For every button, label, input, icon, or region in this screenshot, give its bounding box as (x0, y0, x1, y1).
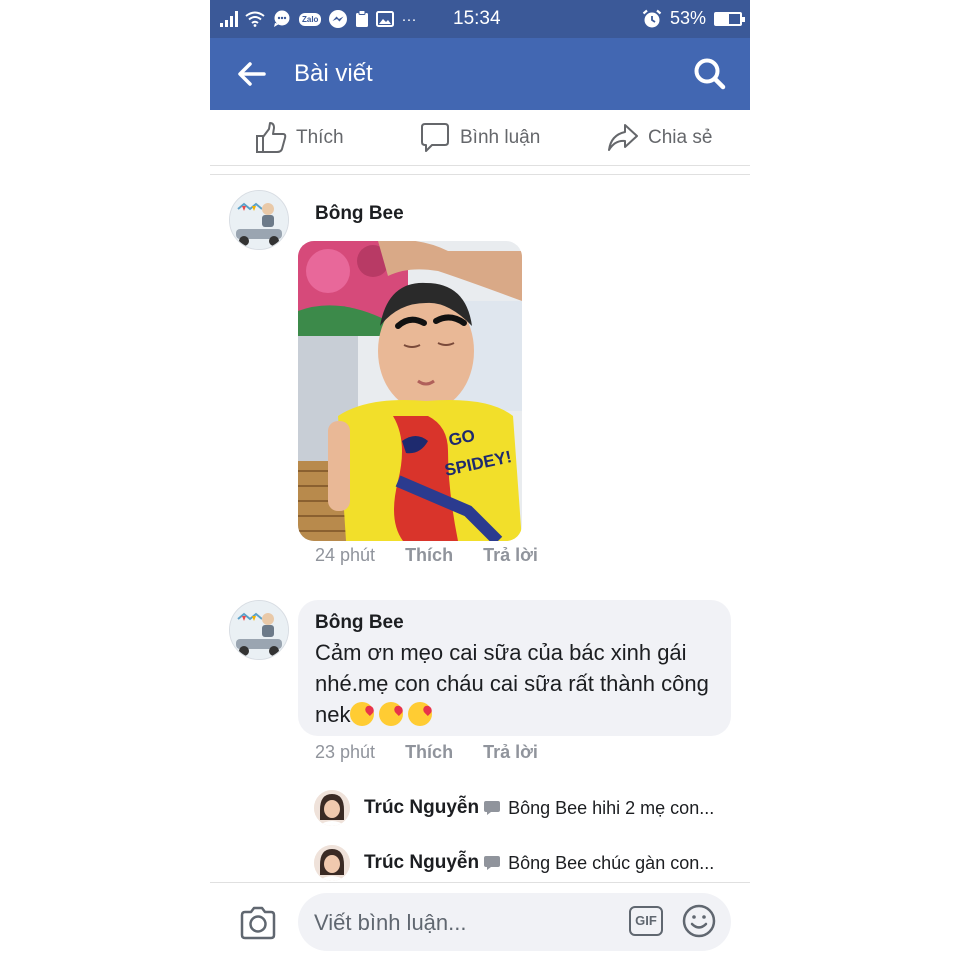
zalo-icon: Zalo (299, 12, 322, 26)
gif-button[interactable]: GIF (629, 906, 663, 936)
reply-arrow-icon (484, 856, 501, 870)
thumbs-up-icon (256, 122, 287, 153)
gallery-icon (376, 11, 395, 27)
comment-input-placeholder: Viết bình luận... (314, 910, 467, 935)
child-sleeping-photo: GO SPIDEY! (298, 241, 522, 541)
like-label: Thích (296, 127, 344, 148)
status-icons-left: Zalo ··· (220, 9, 416, 29)
comment-label: Bình luận (460, 127, 541, 148)
reply-preview: Bông Bee chúc gàn con... (508, 852, 715, 873)
comment-photo[interactable]: GO SPIDEY! (298, 241, 522, 541)
page-title: Bài viết (294, 60, 373, 87)
alarm-icon (642, 9, 662, 27)
more-notifications-icon: ··· (401, 10, 417, 28)
reply-item[interactable]: Trúc Nguyễn Bông Bee chúc gàn con... (314, 852, 714, 874)
share-label: Chia sẻ (648, 127, 713, 148)
signal-icon (220, 11, 238, 27)
comment-meta: 23 phút Thích Trả lời (315, 742, 538, 763)
comment-button[interactable]: Bình luận (418, 116, 540, 160)
phone-screen: Zalo ··· 15:34 53% Bài viết Thích Bình l… (210, 0, 750, 960)
comment-text: Cảm ơn mẹo cai sữa của bác xinh gái nhé.… (315, 637, 725, 730)
search-icon[interactable] (690, 54, 730, 94)
app-header: Bài viết (210, 38, 750, 110)
battery-icon (714, 11, 745, 26)
kiss-emoji-icon (379, 702, 404, 726)
emoji-icon[interactable] (682, 904, 716, 938)
avatar[interactable] (229, 190, 289, 250)
comment-time: 23 phút (315, 742, 376, 762)
battery-percent: 53% (669, 8, 706, 28)
comment-like-link[interactable]: Thích (405, 742, 453, 763)
arrow-left-icon (238, 62, 266, 86)
back-button[interactable] (210, 38, 294, 110)
comment-body: Cảm ơn mẹo cai sữa của bác xinh gái nhé.… (315, 640, 709, 727)
reply-author[interactable]: Trúc Nguyễn (364, 797, 479, 819)
comment-time: 24 phút (315, 545, 376, 565)
comment-reply-link[interactable]: Trả lời (483, 545, 538, 566)
status-icons-right: 53% (642, 8, 745, 29)
comment-author[interactable]: Bông Bee (315, 612, 404, 634)
kiss-emoji-icon (408, 702, 433, 726)
post-actions-bar: Thích Bình luận Chia sẻ (210, 110, 750, 166)
comment-icon (421, 123, 449, 152)
messenger-icon (329, 10, 348, 28)
share-icon (608, 124, 638, 151)
avatar-image (230, 601, 288, 659)
divider (210, 174, 750, 175)
comment-author[interactable]: Bông Bee (315, 203, 404, 225)
wifi-icon (245, 11, 265, 27)
comment-meta: 24 phút Thích Trả lời (315, 545, 538, 566)
kiss-emoji-icon (350, 702, 375, 726)
clipboard-icon (356, 10, 369, 27)
reply-arrow-icon (484, 801, 501, 815)
comment-input[interactable]: Viết bình luận... GIF (298, 893, 731, 951)
status-bar: Zalo ··· 15:34 53% (210, 0, 750, 38)
comment-reply-link[interactable]: Trả lời (483, 742, 538, 763)
reply-preview: Bông Bee hihi 2 mẹ con... (508, 797, 715, 818)
status-time: 15:34 (453, 8, 501, 29)
like-button[interactable]: Thích (254, 116, 344, 160)
chat-bubble-icon (274, 10, 290, 27)
comment-composer: Viết bình luận... GIF (210, 882, 750, 960)
avatar-image (230, 191, 288, 249)
comment-like-link[interactable]: Thích (405, 545, 453, 566)
reply-author[interactable]: Trúc Nguyễn (364, 852, 479, 874)
avatar[interactable] (229, 600, 289, 660)
share-button[interactable]: Chia sẻ (606, 116, 712, 160)
reply-item[interactable]: Trúc Nguyễn Bông Bee hihi 2 mẹ con... (314, 797, 714, 819)
camera-icon[interactable] (238, 903, 278, 943)
